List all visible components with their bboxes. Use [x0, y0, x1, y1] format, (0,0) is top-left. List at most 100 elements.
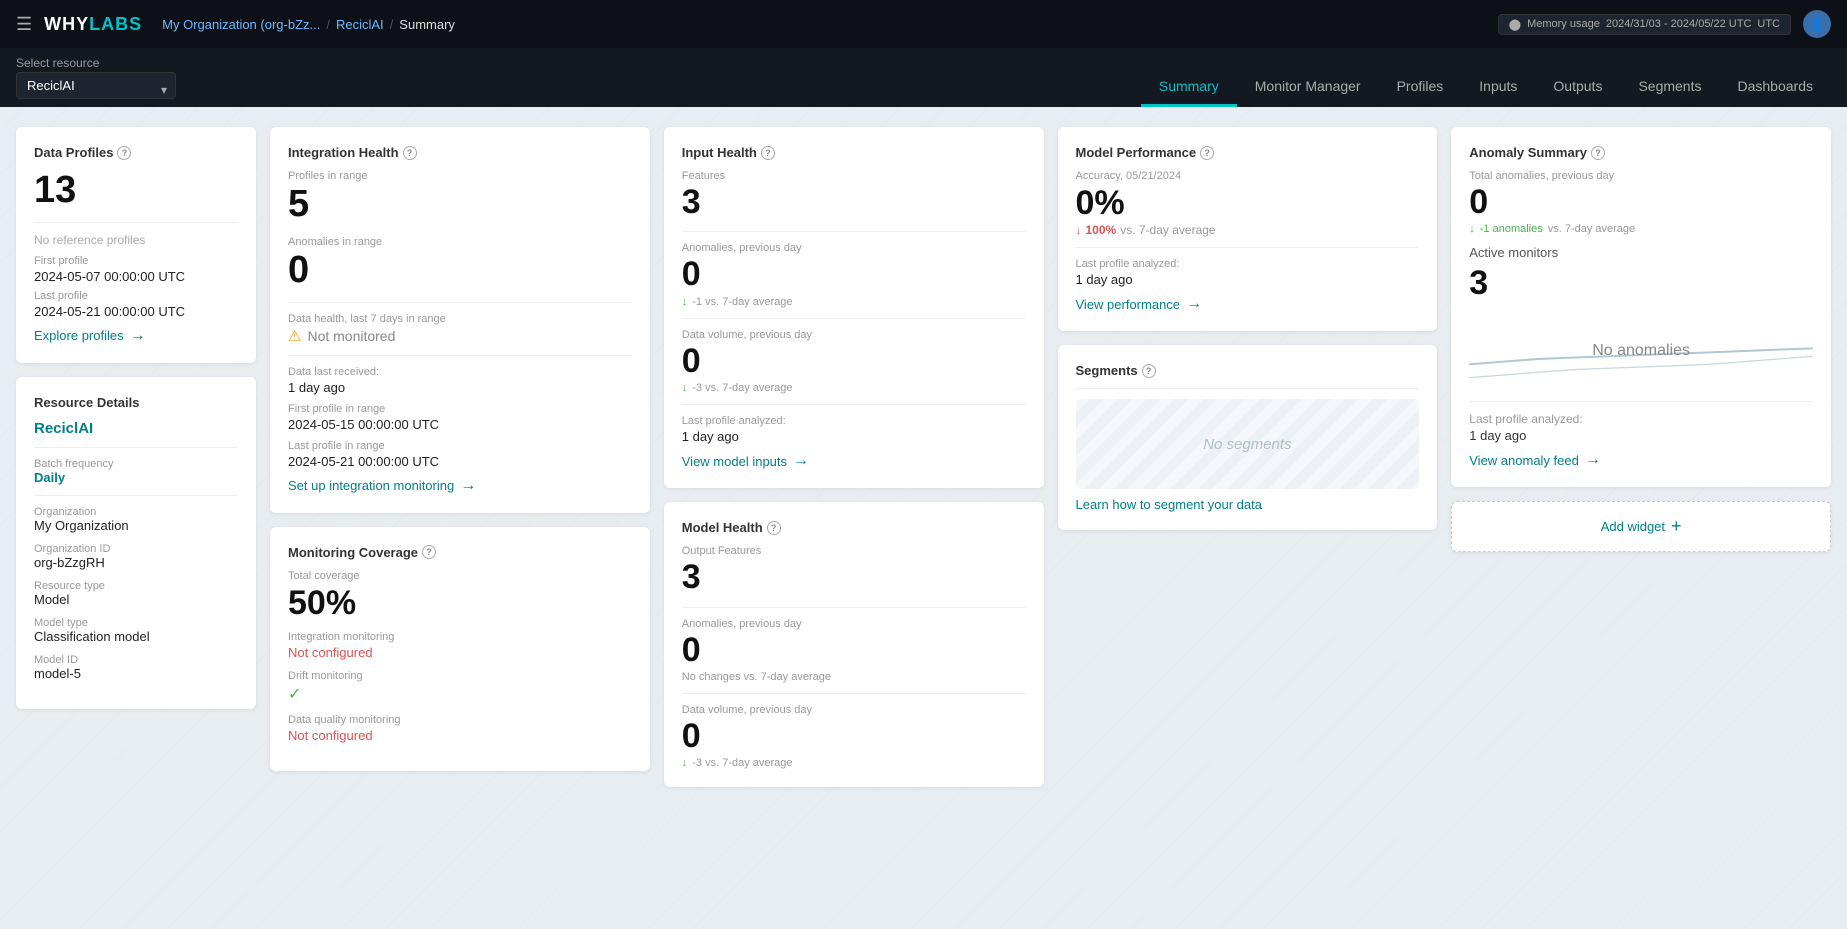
last-profile-label: Last profile	[34, 290, 238, 302]
tab-summary[interactable]: Summary	[1141, 70, 1237, 107]
main-content: Data Profiles ? 13 No reference profiles…	[0, 107, 1847, 807]
setup-integration-arrow: →	[460, 477, 476, 495]
no-segments-area: No segments	[1076, 399, 1420, 489]
accuracy-value: 0%	[1076, 184, 1420, 223]
total-anomalies-value: 0	[1469, 184, 1813, 221]
model-type-row: Model type Classification model	[34, 617, 238, 644]
total-coverage-label: Total coverage	[288, 570, 632, 582]
resource-type-value: Model	[34, 592, 238, 607]
col-3: Input Health ? Features 3 Anomalies, pre…	[664, 127, 1044, 787]
drift-monitoring-label: Drift monitoring	[288, 670, 632, 682]
tab-dashboards[interactable]: Dashboards	[1720, 70, 1832, 107]
avatar-button[interactable]: 👤	[1803, 10, 1831, 38]
last-profile-range-label: Last profile in range	[288, 440, 632, 452]
features-label: Features	[682, 170, 1026, 182]
features-value: 3	[682, 184, 1026, 221]
tab-monitor-manager[interactable]: Monitor Manager	[1237, 70, 1379, 107]
integration-health-help[interactable]: ?	[403, 146, 417, 160]
input-anomalies-label: Anomalies, previous day	[682, 242, 1026, 254]
setup-integration-link[interactable]: Set up integration monitoring →	[288, 477, 632, 495]
tab-segments[interactable]: Segments	[1620, 70, 1719, 107]
drift-monitoring-status: ✓	[288, 684, 632, 704]
monitoring-coverage-title: Monitoring Coverage ?	[288, 545, 632, 560]
segments-card: Segments ? No segments Learn how to segm…	[1058, 345, 1438, 530]
input-last-profile-label: Last profile analyzed:	[682, 415, 1026, 427]
monitoring-coverage-help[interactable]: ?	[422, 545, 436, 559]
data-quality-status: Not configured	[288, 728, 632, 743]
memory-label: Memory usage	[1527, 18, 1600, 30]
add-widget-card[interactable]: Add widget +	[1451, 501, 1831, 552]
hamburger-menu[interactable]: ☰	[16, 14, 32, 35]
model-health-title: Model Health ?	[682, 520, 1026, 535]
input-data-volume-delta: ↓ -3 vs. 7-day average	[682, 382, 1026, 394]
resource-type-label: Resource type	[34, 580, 238, 592]
view-anomaly-feed-link[interactable]: View anomaly feed →	[1469, 451, 1813, 469]
tab-outputs[interactable]: Outputs	[1535, 70, 1620, 107]
explore-profiles-link[interactable]: Explore profiles →	[34, 327, 238, 345]
perf-last-profile-label: Last profile analyzed:	[1076, 258, 1420, 270]
input-anomalies-delta: ↓ -1 vs. 7-day average	[682, 296, 1026, 308]
batch-freq-label: Batch frequency	[34, 458, 238, 470]
anomaly-last-profile-value: 1 day ago	[1469, 428, 1813, 443]
monitoring-coverage-card: Monitoring Coverage ? Total coverage 50%…	[270, 527, 650, 771]
batch-freq-value: Daily	[34, 470, 238, 485]
data-profiles-count: 13	[34, 170, 238, 212]
active-monitors-value: 3	[1469, 264, 1813, 303]
profiles-in-range-label: Profiles in range	[288, 170, 632, 182]
input-health-help[interactable]: ?	[761, 146, 775, 160]
data-profiles-card: Data Profiles ? 13 No reference profiles…	[16, 127, 256, 363]
resource-type-row: Resource type Model	[34, 580, 238, 607]
breadcrumb-sep-2: /	[390, 17, 394, 32]
col-4: Model Performance ? Accuracy, 05/21/2024…	[1058, 127, 1438, 530]
view-performance-link[interactable]: View performance →	[1076, 295, 1420, 313]
model-anomalies-note: No changes vs. 7-day average	[682, 671, 1026, 683]
anomaly-summary-help[interactable]: ?	[1591, 146, 1605, 160]
warn-triangle-icon: ⚠	[288, 327, 301, 345]
model-data-volume-arrow: ↓	[682, 757, 688, 769]
anomaly-summary-title: Anomaly Summary ?	[1469, 145, 1813, 160]
model-data-volume-value: 0	[682, 718, 1026, 755]
model-anomalies-value: 0	[682, 632, 1026, 669]
learn-segment-link[interactable]: Learn how to segment your data	[1076, 497, 1420, 512]
org-id-row: Organization ID org-bZzgRH	[34, 543, 238, 570]
breadcrumb-resource[interactable]: ReciclAI	[336, 17, 384, 32]
tab-nav: Summary Monitor Manager Profiles Inputs …	[1141, 70, 1831, 107]
input-last-profile-value: 1 day ago	[682, 429, 1026, 444]
anomaly-last-profile-label: Last profile analyzed:	[1469, 412, 1813, 426]
utc-label: UTC	[1757, 18, 1780, 30]
resource-bar: Select resource ReciclAI Summary Monitor…	[0, 48, 1847, 107]
drift-monitoring-row: Drift monitoring ✓	[288, 670, 632, 704]
tab-profiles[interactable]: Profiles	[1379, 70, 1462, 107]
top-nav: ☰ WHYLABS My Organization (org-bZz... / …	[0, 0, 1847, 48]
anomaly-summary-card: Anomaly Summary ? Total anomalies, previ…	[1451, 127, 1831, 487]
anomalies-delta-value: -1 anomalies	[1480, 223, 1543, 235]
model-health-card: Model Health ? Output Features 3 Anomali…	[664, 502, 1044, 787]
view-model-inputs-link[interactable]: View model inputs →	[682, 452, 1026, 470]
resource-select[interactable]: ReciclAI	[16, 72, 176, 99]
model-health-help[interactable]: ?	[767, 521, 781, 535]
active-monitors-label: Active monitors	[1469, 245, 1813, 260]
integration-health-title: Integration Health ?	[288, 145, 632, 160]
input-data-volume-value: 0	[682, 343, 1026, 380]
date-range: 2024/31/03 - 2024/05/22 UTC	[1606, 18, 1752, 30]
resource-select-wrap: Select resource ReciclAI	[16, 56, 176, 107]
accuracy-delta: ↓ 100% vs. 7-day average	[1076, 223, 1420, 237]
total-anomalies-label: Total anomalies, previous day	[1469, 170, 1813, 182]
perf-last-profile-value: 1 day ago	[1076, 272, 1420, 287]
model-anomalies-label: Anomalies, previous day	[682, 618, 1026, 630]
add-widget-link[interactable]: Add widget +	[1601, 516, 1682, 537]
left-column: Data Profiles ? 13 No reference profiles…	[16, 127, 256, 709]
segments-help[interactable]: ?	[1142, 364, 1156, 378]
anomalies-delta-row: ↓ -1 anomalies vs. 7-day average	[1469, 223, 1813, 235]
breadcrumb-org[interactable]: My Organization (org-bZz...	[162, 17, 320, 32]
integration-health-card: Integration Health ? Profiles in range 5…	[270, 127, 650, 513]
tab-inputs[interactable]: Inputs	[1461, 70, 1535, 107]
org-value: My Organization	[34, 518, 238, 533]
model-performance-help[interactable]: ?	[1200, 146, 1214, 160]
data-profiles-help[interactable]: ?	[117, 146, 131, 160]
org-row: Organization My Organization	[34, 506, 238, 533]
org-id-value: org-bZzgRH	[34, 555, 238, 570]
resource-name: ReciclAI	[34, 420, 238, 437]
accuracy-delta-arrow: ↓	[1076, 223, 1082, 237]
explore-profiles-arrow: →	[130, 327, 146, 345]
